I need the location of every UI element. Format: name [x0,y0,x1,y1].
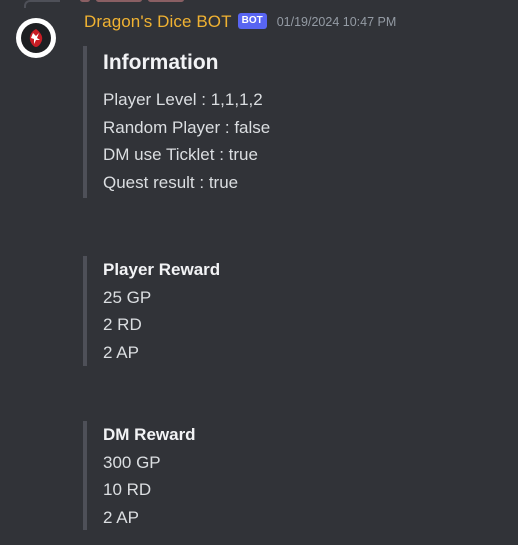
embed-player-reward: Player Reward 25 GP 2 RD 2 AP [83,256,220,366]
embed-line-gp: 300 GP [103,452,161,472]
embed-line-ap: 2 AP [103,342,139,362]
embed-line-rd: 10 RD [103,480,152,499]
embed-information: Information Player Level : 1,1,1,2 Rando… [83,46,270,198]
embed-line-ap: 2 AP [103,507,139,527]
reply-preview-text [148,0,184,2]
message-header: Dragon's Dice BOT BOT 01/19/2024 10:47 P… [84,11,396,33]
embed-title: Information [103,51,219,74]
dragon-icon [21,23,51,53]
embed-line-player-level: Player Level : 1,1,1,2 [103,90,263,109]
bot-badge: BOT [237,13,267,29]
embed-title: DM Reward [103,425,196,444]
embed-line-random-player: Random Player : false [103,117,271,137]
embed-line-quest-result: Quest result : true [103,172,239,192]
reply-preview-avatar [80,0,90,2]
reply-preview-text [96,0,142,2]
embed-dm-reward: DM Reward 300 GP 10 RD 2 AP [83,421,196,530]
message-timestamp[interactable]: 01/19/2024 10:47 PM [277,15,397,29]
embed-line-gp: 25 GP [103,287,152,307]
reply-preview[interactable] [80,0,200,4]
avatar[interactable] [16,18,56,58]
author-name[interactable]: Dragon's Dice BOT [84,12,232,32]
embed-line-dm-use-ticklet: DM use Ticklet : true [103,145,258,164]
embed-title: Player Reward [103,260,221,279]
reply-connector [24,0,60,8]
embed-line-rd: 2 RD [103,315,142,334]
